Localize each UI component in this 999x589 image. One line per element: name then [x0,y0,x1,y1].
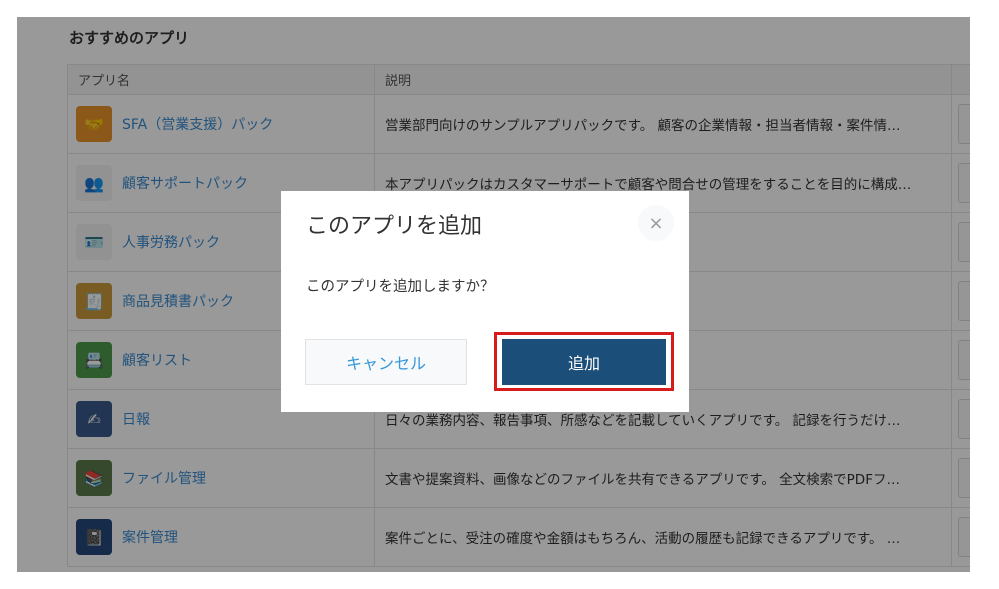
close-icon[interactable]: × [638,205,674,241]
dialog-title: このアプリを追加 [306,214,483,239]
add-button[interactable]: 追加 [502,339,666,385]
cancel-button[interactable]: キャンセル [305,339,467,385]
add-app-dialog: このアプリを追加 × このアプリを追加しますか？ キャンセル 追加 [281,191,689,412]
dialog-message: このアプリを追加しますか？ [306,279,495,295]
